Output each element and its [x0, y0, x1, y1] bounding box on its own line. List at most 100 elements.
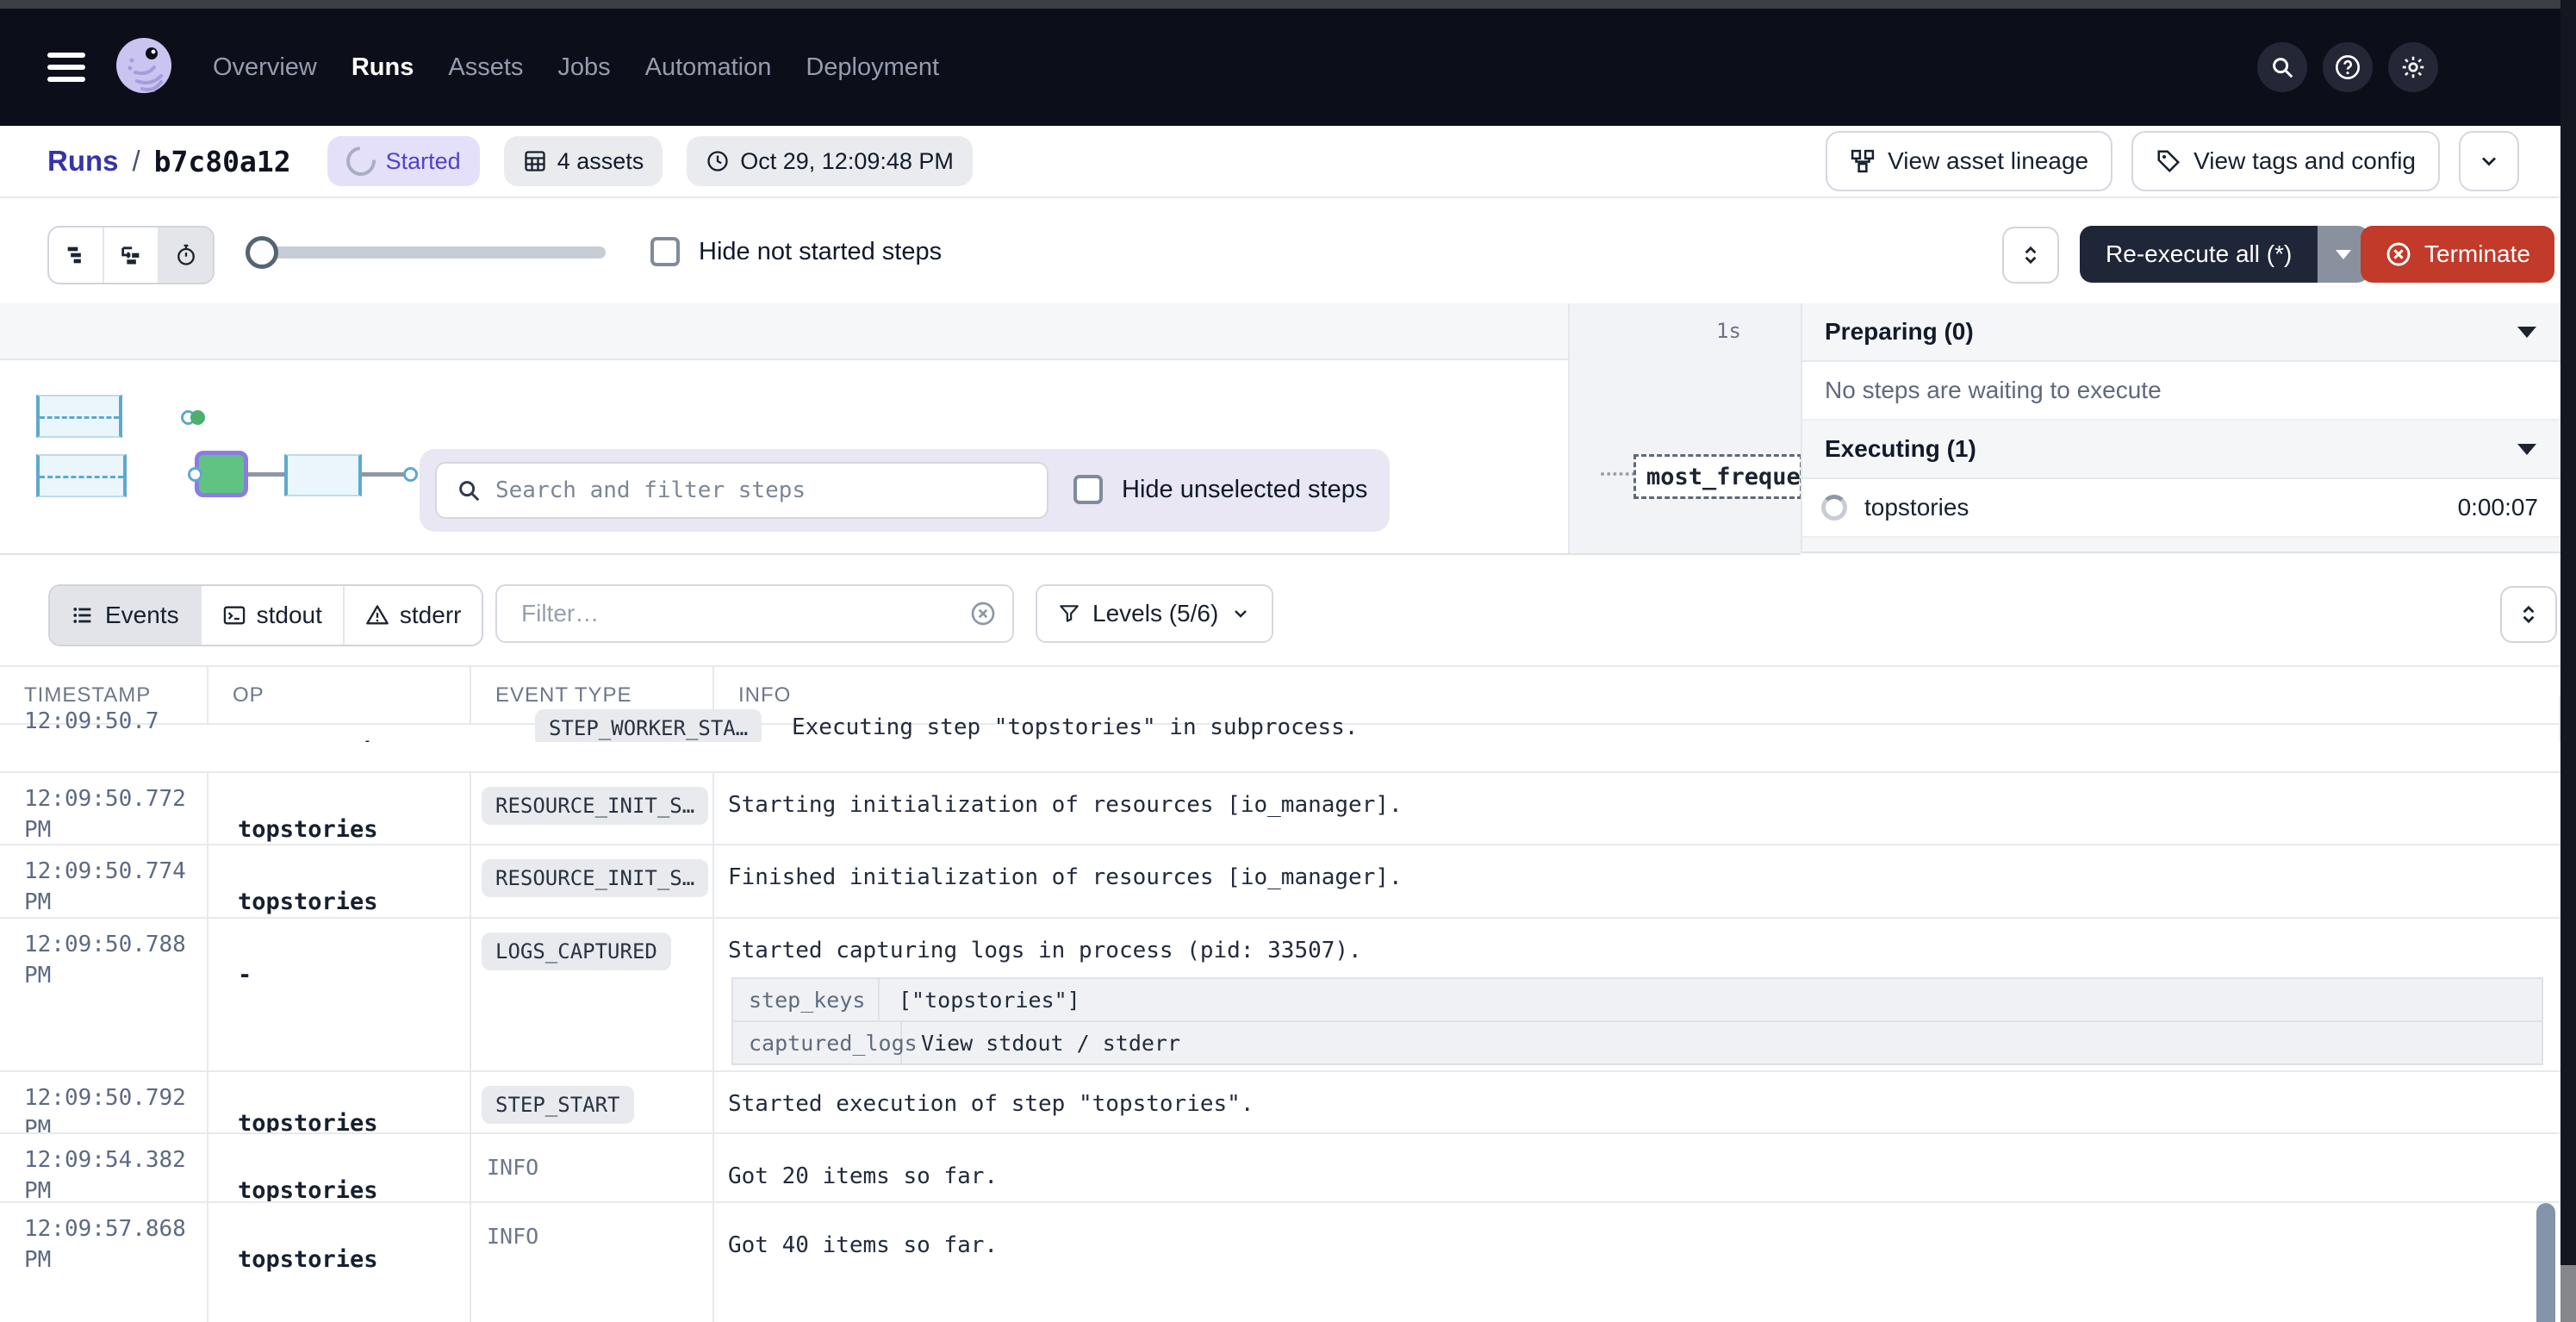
- settings-gear-icon[interactable]: [2388, 42, 2438, 92]
- levels-dropdown[interactable]: Levels (5/6): [1036, 584, 1273, 643]
- status-badge: Started: [327, 136, 480, 186]
- hide-not-started-checkbox[interactable]: [650, 237, 680, 266]
- table-row[interactable]: 12:09:54.382PM topstories INFO Got 20 it…: [0, 1134, 2560, 1203]
- gantt-search-box[interactable]: [435, 462, 1048, 519]
- chevron-down-icon: [2477, 149, 2501, 173]
- reexecute-all-button[interactable]: Re-execute all (*): [2080, 226, 2318, 283]
- run-logs-section: Events stdout stderr Levels (5: [0, 555, 2576, 1322]
- hide-not-started-label: Hide not started steps: [699, 238, 942, 266]
- tab-events[interactable]: Events: [50, 586, 200, 645]
- view-mode-timed-icon[interactable]: [158, 228, 213, 283]
- run-more-actions-button[interactable]: [2459, 131, 2519, 191]
- chevron-down-icon: [1230, 603, 1251, 624]
- panel-preparing-empty-row: No steps are waiting to execute: [1802, 362, 2576, 421]
- log-filter-box[interactable]: [495, 584, 1014, 643]
- table-row[interactable]: 12:09:50.7PM topstories STEP_WORKER_STA……: [0, 725, 2560, 773]
- gantt-dotted-connector: [1601, 472, 1635, 476]
- assets-badge[interactable]: 4 assets: [504, 136, 663, 186]
- window-top-strip: [0, 0, 2576, 9]
- nav-item-deployment[interactable]: Deployment: [806, 53, 939, 82]
- breadcrumb-runs-link[interactable]: Runs: [47, 145, 119, 178]
- gantt-future-region: [1568, 303, 1801, 553]
- tab-stderr[interactable]: stderr: [343, 586, 482, 645]
- clear-filter-icon[interactable]: [969, 600, 997, 627]
- hide-unselected-checkbox[interactable]: [1073, 475, 1103, 504]
- log-filter-input[interactable]: [520, 599, 928, 628]
- terminate-button[interactable]: Terminate: [2361, 226, 2554, 283]
- nav-item-jobs[interactable]: Jobs: [557, 53, 610, 82]
- events-list-icon: [71, 603, 95, 627]
- caret-down-icon: [2517, 444, 2536, 455]
- view-stdout-stderr-link[interactable]: View stdout / stderr: [902, 1031, 1180, 1056]
- gantt-view-mode-group: [47, 226, 215, 284]
- view-mode-waterfall-icon[interactable]: [103, 228, 158, 283]
- hide-not-started-control: Hide not started steps: [650, 224, 942, 279]
- nav-items: Overview Runs Assets Jobs Automation Dep…: [213, 53, 939, 82]
- steps-status-panel: Preparing (0) No steps are waiting to ex…: [1801, 303, 2576, 553]
- view-mode-flat-icon[interactable]: [49, 228, 103, 283]
- window-scrollbar-thumb[interactable]: [2560, 1265, 2576, 1322]
- view-tags-config-button[interactable]: View tags and config: [2131, 131, 2440, 191]
- logs-toolbar: Events stdout stderr Levels (5: [0, 555, 2576, 665]
- event-metadata-table: step_keys ["topstories"] captured_logs V…: [731, 977, 2543, 1065]
- run-header: Runs / b7c80a12 Started 4 assets Oct 29,…: [0, 126, 2576, 198]
- dagster-logo[interactable]: [111, 34, 177, 100]
- tab-stdout[interactable]: stdout: [200, 586, 343, 645]
- metadata-row: captured_logs View stdout / stderr: [733, 1020, 2542, 1063]
- panel-section-preparing[interactable]: Preparing (0): [1802, 303, 2576, 362]
- table-row[interactable]: 12:09:50.774PM topstories RESOURCE_INIT_…: [0, 845, 2560, 919]
- run-id: b7c80a12: [154, 145, 291, 178]
- table-row[interactable]: 12:09:50.788PM - LOGS_CAPTURED Started c…: [0, 919, 2560, 1072]
- help-icon[interactable]: [2323, 42, 2373, 92]
- app-window: Overview Runs Assets Jobs Automation Dep…: [0, 0, 2576, 1322]
- metadata-row: step_keys ["topstories"]: [733, 979, 2542, 1020]
- window-scrollbar-track[interactable]: [2560, 0, 2576, 1322]
- search-icon[interactable]: [2257, 42, 2307, 92]
- gantt-step-not-started-2[interactable]: [36, 454, 127, 497]
- reexecute-split-button: Re-execute all (*): [2080, 226, 2369, 283]
- events-table: TIMESTAMP OP EVENT TYPE INFO 12:09:50.7P…: [0, 665, 2560, 1322]
- panel-executing-step-row[interactable]: topstories 0:00:07: [1802, 479, 2576, 538]
- view-asset-lineage-button[interactable]: View asset lineage: [1826, 131, 2112, 191]
- gantt-zoom-slider[interactable]: [246, 246, 606, 259]
- gantt-search-input[interactable]: [494, 477, 1014, 504]
- gantt-step-topstories[interactable]: [195, 451, 248, 497]
- table-row[interactable]: 12:09:57.868PM topstories INFO Got 40 it…: [0, 1203, 2560, 1322]
- terminate-icon: [2385, 240, 2412, 268]
- caret-down-icon: [2336, 250, 2351, 259]
- breadcrumb-separator: /: [133, 145, 140, 178]
- events-scrollbar-thumb[interactable]: [2536, 1203, 2555, 1322]
- gantt-chart: 1s Hide unselected steps most_frequent: [0, 303, 1801, 555]
- gantt-step-not-started-1[interactable]: [36, 395, 122, 438]
- funnel-icon: [1058, 602, 1080, 625]
- table-row[interactable]: 12:09:50.792PM topstories STEP_START Sta…: [0, 1072, 2560, 1134]
- gantt-dependency-end-circle: [403, 467, 418, 482]
- gantt-step-most-frequent[interactable]: most_frequent: [1633, 454, 1801, 499]
- table-row[interactable]: 12:09:50.772PM topstories RESOURCE_INIT_…: [0, 773, 2560, 845]
- step-spinner-icon: [1821, 495, 1847, 521]
- tag-icon: [2156, 148, 2181, 174]
- panel-expand-collapse-button[interactable]: [2002, 227, 2059, 284]
- logs-tabs: Events stdout stderr: [48, 584, 483, 646]
- gantt-step-planned[interactable]: [284, 454, 362, 496]
- hamburger-menu-icon[interactable]: [47, 53, 85, 82]
- nav-item-runs[interactable]: Runs: [352, 53, 414, 82]
- panel-section-executing[interactable]: Executing (1): [1802, 421, 2576, 479]
- grid-icon: [523, 149, 547, 173]
- caret-down-icon: [2517, 327, 2536, 338]
- hide-unselected-control: Hide unselected steps: [1073, 462, 1367, 517]
- gantt-toolbar: Hide not started steps Re-execute all (*…: [0, 198, 2576, 305]
- lineage-icon: [1850, 148, 1876, 174]
- slider-thumb[interactable]: [246, 236, 278, 269]
- run-header-actions: View asset lineage View tags and config: [1826, 131, 2519, 191]
- warning-triangle-icon: [365, 603, 389, 627]
- gantt-timeline-header: [0, 303, 1801, 360]
- log-sort-order-button[interactable]: [2500, 586, 2557, 643]
- search-icon: [456, 477, 482, 503]
- terminal-icon: [222, 603, 246, 627]
- panel-section-errored[interactable]: Errored (0): [1802, 538, 2576, 553]
- nav-item-overview[interactable]: Overview: [213, 53, 317, 82]
- nav-item-assets[interactable]: Assets: [448, 53, 523, 82]
- nav-item-automation[interactable]: Automation: [645, 53, 772, 82]
- start-time-badge: Oct 29, 12:09:48 PM: [687, 136, 973, 186]
